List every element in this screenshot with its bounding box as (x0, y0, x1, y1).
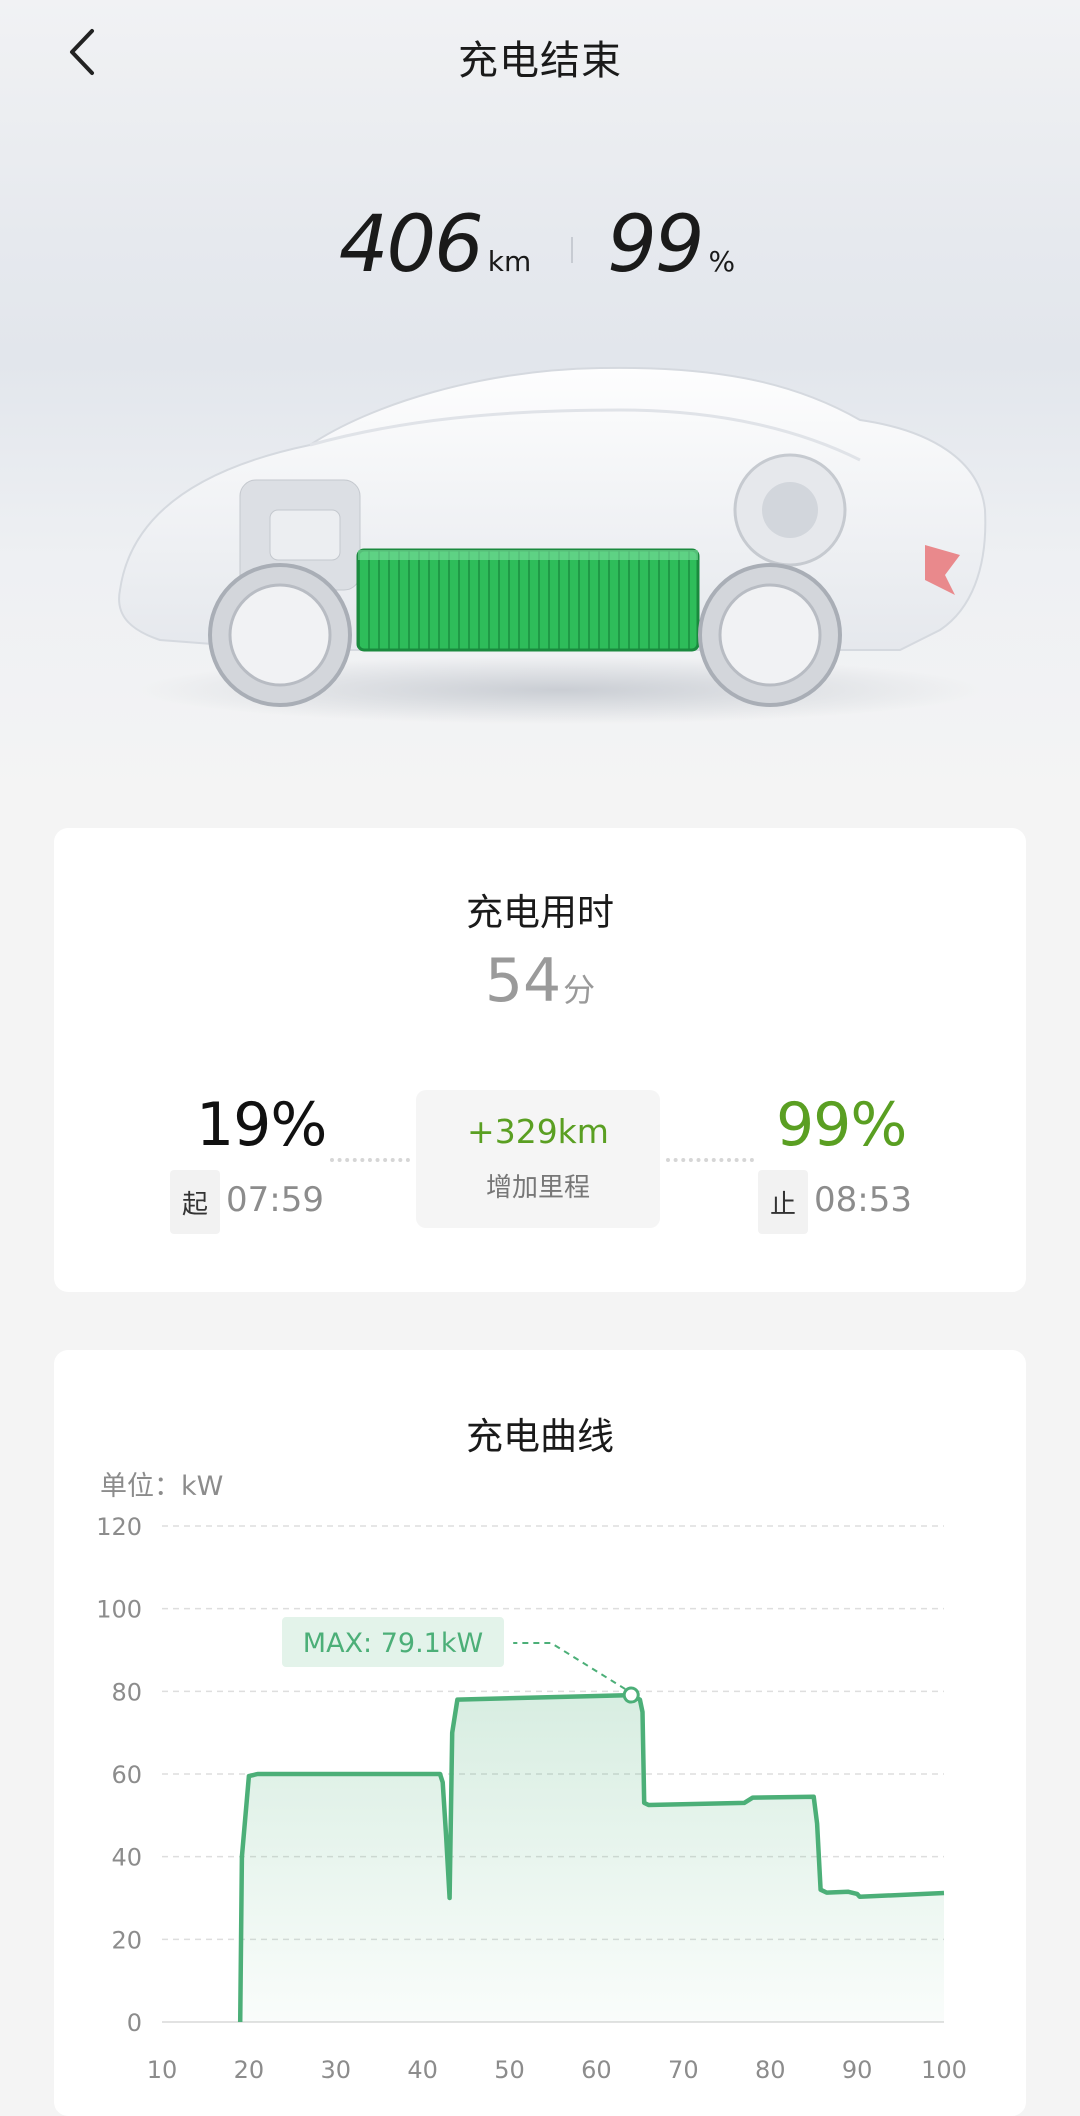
x-tick-label: 80 (755, 2056, 786, 2084)
x-tick-label: 40 (407, 2056, 438, 2084)
range-value: 406 (338, 200, 484, 290)
car-illustration (100, 350, 1000, 730)
charge-summary: 406 km 99 % (0, 200, 1080, 300)
max-label: MAX: 79.1kW (303, 1628, 483, 1659)
y-tick-label: 120 (96, 1513, 142, 1541)
y-tick-label: 60 (111, 1761, 142, 1789)
start-time: 07:59 (226, 1180, 324, 1220)
start-percent: 19% (196, 1090, 327, 1160)
soc-unit: % (708, 245, 736, 278)
x-tick-label: 60 (581, 2056, 612, 2084)
curve-area (240, 1695, 944, 2022)
dotted-connector-left (330, 1158, 410, 1162)
page-title: 充电结束 (458, 38, 622, 84)
charge-duration: 54分 (54, 946, 1026, 1016)
max-point-marker (622, 1686, 640, 1704)
start-tag: 起 (170, 1170, 220, 1234)
duration-value: 54 (484, 946, 562, 1016)
end-percent: 99% (776, 1090, 907, 1160)
x-tick-label: 30 (321, 2056, 352, 2084)
added-range-label: 增加里程 (485, 1173, 590, 1203)
y-tick-label: 100 (96, 1596, 142, 1624)
dotted-connector-right (666, 1158, 754, 1162)
charge-curve-chart: 0 20 40 60 80 100 120 10 20 30 40 50 60 70 80 90 100 MAX:… (96, 1513, 967, 2084)
added-range-box: +329km 增加里程 (416, 1090, 660, 1228)
charge-time-card: 充电用时 54分 19% 起 07:59 +329km 增加里程 99% 止 0… (54, 828, 1026, 1292)
x-tick-label: 70 (668, 2056, 699, 2084)
range-unit: km (487, 245, 532, 278)
duration-unit: 分 (563, 971, 596, 1009)
y-tick-label: 80 (111, 1678, 142, 1706)
nav-bar: 充电结束 (0, 0, 1080, 110)
x-tick-label: 100 (921, 2056, 967, 2084)
x-tick-label: 10 (147, 2056, 178, 2084)
x-tick-label: 90 (842, 2056, 873, 2084)
x-tick-label: 50 (494, 2056, 525, 2084)
charge-curve-card: 充电曲线 单位：kW 0 20 40 60 80 100 120 10 20 30 40 50 60 70… (54, 1350, 1026, 2116)
end-tag: 止 (758, 1170, 808, 1234)
charge-time-title: 充电用时 (466, 891, 614, 934)
x-tick-label: 20 (234, 2056, 265, 2084)
y-tick-label: 20 (111, 1926, 142, 1954)
end-time: 08:53 (814, 1180, 912, 1220)
y-tick-label: 0 (127, 2009, 142, 2037)
max-leader-line (513, 1642, 626, 1690)
added-range-value: +329km (467, 1112, 609, 1151)
summary-divider (571, 237, 574, 263)
y-tick-label: 40 (111, 1844, 142, 1872)
soc-value: 99 (607, 200, 704, 290)
